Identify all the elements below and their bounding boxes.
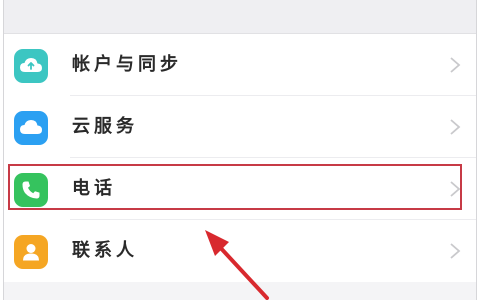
chevron-right-icon bbox=[450, 243, 461, 259]
settings-screen: 帐户与同步 云服务 电话 联系人 bbox=[3, 0, 477, 300]
settings-item-phone[interactable]: 电话 bbox=[4, 158, 476, 220]
settings-item-label: 帐户与同步 bbox=[72, 54, 182, 75]
settings-item-label: 电话 bbox=[72, 178, 116, 199]
settings-item-contacts[interactable]: 联系人 bbox=[4, 220, 476, 282]
settings-item-cloud-service[interactable]: 云服务 bbox=[4, 96, 476, 158]
chevron-right-icon bbox=[450, 181, 461, 197]
settings-item-account-sync[interactable]: 帐户与同步 bbox=[4, 34, 476, 96]
cloud-icon bbox=[14, 111, 48, 145]
chevron-right-icon bbox=[450, 119, 461, 135]
cloud-sync-icon bbox=[14, 49, 48, 83]
settings-item-label: 云服务 bbox=[72, 116, 138, 137]
phone-icon bbox=[14, 173, 48, 207]
contacts-icon bbox=[14, 235, 48, 269]
chevron-right-icon bbox=[450, 57, 461, 73]
section-spacer bbox=[4, 0, 476, 34]
settings-list: 帐户与同步 云服务 电话 联系人 bbox=[4, 34, 476, 282]
settings-item-label: 联系人 bbox=[72, 240, 138, 261]
